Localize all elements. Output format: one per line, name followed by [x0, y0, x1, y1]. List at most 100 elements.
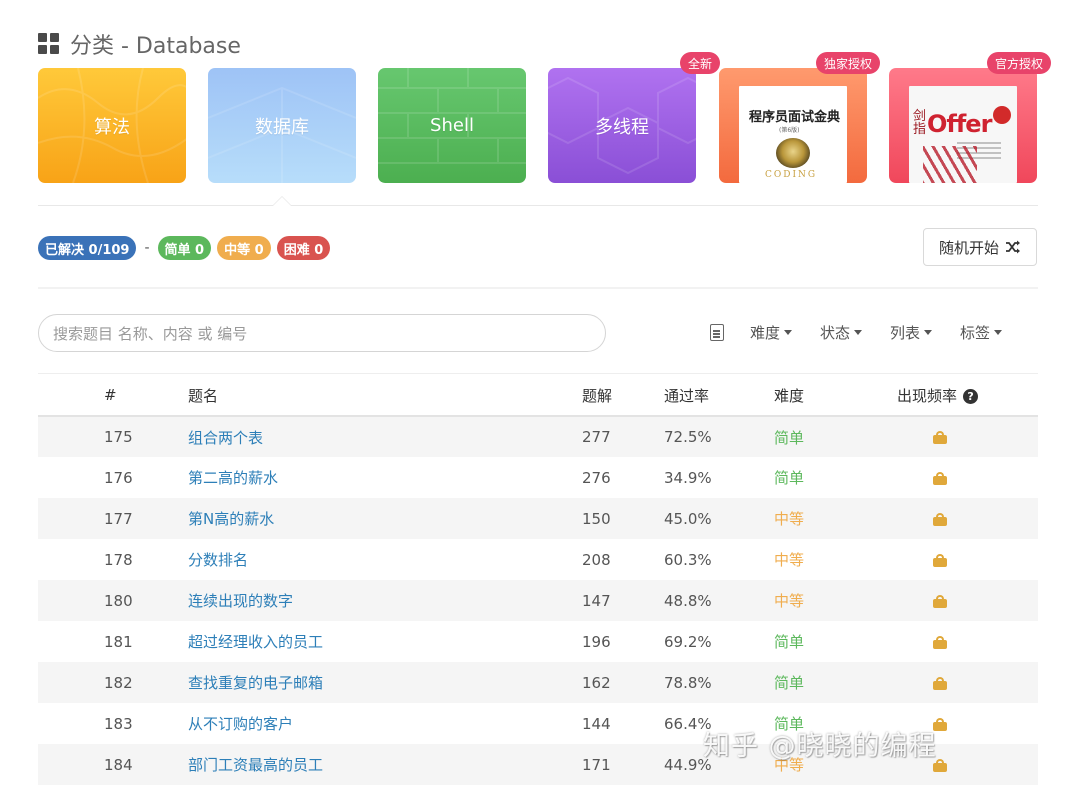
filter-label: 难度: [750, 324, 781, 342]
book-cover: 剑指 Offer: [909, 86, 1017, 183]
frequency-cell: [897, 580, 1038, 621]
frequency-cell: [897, 662, 1038, 703]
lock-icon[interactable]: [933, 553, 947, 567]
book-title: Offer: [927, 110, 992, 138]
problem-title-cell: 超过经理收入的员工: [188, 621, 582, 662]
difficulty-label: 简单: [774, 633, 805, 651]
lock-icon[interactable]: [933, 676, 947, 690]
solution-count: 208: [582, 550, 611, 569]
table-row[interactable]: 178 分数排名 208 60.3% 中等: [38, 539, 1038, 580]
column-header-num[interactable]: #: [38, 375, 188, 417]
acceptance-rate: 78.8%: [664, 673, 712, 692]
frequency-cell: [897, 621, 1038, 662]
problem-title-link[interactable]: 连续出现的数字: [188, 592, 293, 610]
table-row[interactable]: 181 超过经理收入的员工 196 69.2% 简单: [38, 621, 1038, 662]
chevron-down-icon: [924, 330, 933, 335]
problem-title-cell: 分数排名: [188, 539, 582, 580]
filter-label: 列表: [890, 324, 921, 342]
problem-title-cell: 部门工资最高的员工: [188, 744, 582, 785]
problem-title-link[interactable]: 组合两个表: [188, 429, 263, 447]
book-bottom-text: CODING: [765, 170, 818, 180]
acceptance-rate: 34.9%: [664, 468, 712, 487]
category-card-concurrency[interactable]: 多线程: [548, 68, 696, 183]
solution-count: 277: [582, 428, 611, 446]
tag-badge-new: 全新: [680, 52, 721, 74]
frequency-cell: [897, 498, 1038, 539]
difficulty-filter[interactable]: 难度: [750, 322, 793, 343]
category-card-book-offer[interactable]: 剑指 Offer: [889, 68, 1037, 183]
lock-icon[interactable]: [933, 431, 947, 444]
category-label: 算法: [94, 116, 130, 138]
problem-title-link[interactable]: 第N高的薪水: [188, 510, 274, 528]
category-card-algorithms[interactable]: 算法: [38, 68, 186, 183]
book-title-prefix: 剑指: [913, 109, 927, 137]
difficulty-label: 中等: [774, 592, 805, 610]
problem-title-link[interactable]: 第二高的薪水: [188, 469, 278, 487]
tag-badge-exclusive: 独家授权: [816, 52, 881, 74]
problem-title-cell: 第二高的薪水: [188, 457, 582, 498]
problem-title-cell: 查找重复的电子邮箱: [188, 662, 582, 703]
chevron-down-icon: [854, 330, 863, 335]
grid-icon: [38, 33, 60, 55]
tags-filter[interactable]: 标签: [960, 322, 1003, 343]
problem-number: 175: [104, 428, 133, 446]
column-header-rate[interactable]: 通过率: [664, 375, 774, 417]
hard-count-badge: 困难 0: [276, 236, 331, 260]
book-rails-icon: [923, 146, 977, 183]
lock-icon[interactable]: [933, 594, 947, 608]
shuffle-icon: [1006, 240, 1020, 254]
difficulty-label: 简单: [774, 674, 805, 692]
acceptance-rate: 45.0%: [664, 509, 712, 528]
table-row[interactable]: 176 第二高的薪水 276 34.9% 简单: [38, 457, 1038, 498]
chevron-down-icon: [994, 330, 1003, 335]
table-row[interactable]: 180 连续出现的数字 147 48.8% 中等: [38, 580, 1038, 621]
section-divider: [38, 287, 1038, 289]
lock-icon[interactable]: [933, 471, 947, 485]
section-divider: [38, 205, 1038, 206]
category-card-book-cracking[interactable]: 程序员面试金典 (第6版) CODING: [719, 68, 867, 183]
chevron-down-icon: [784, 330, 793, 335]
acceptance-rate: 48.8%: [664, 591, 712, 610]
column-header-title[interactable]: 题名: [188, 375, 582, 417]
table-row[interactable]: 182 查找重复的电子邮箱 162 78.8% 简单: [38, 662, 1038, 703]
table-top-border: [38, 373, 1038, 374]
acceptance-rate: 69.2%: [664, 632, 712, 651]
lock-icon[interactable]: [933, 512, 947, 526]
frequency-cell: [897, 539, 1038, 580]
table-row[interactable]: 177 第N高的薪水 150 45.0% 中等: [38, 498, 1038, 539]
random-start-button[interactable]: 随机开始: [923, 228, 1037, 266]
column-header-frequency[interactable]: 出现频率?: [897, 375, 1038, 417]
progress-stats: 已解决 0/109 - 简单 0 中等 0 困难 0: [38, 236, 331, 260]
problem-title-link[interactable]: 查找重复的电子邮箱: [188, 674, 323, 692]
problem-number: 184: [104, 755, 133, 774]
book-emblem-icon: [776, 138, 810, 168]
easy-count-badge: 简单 0: [157, 236, 212, 260]
category-label: 数据库: [255, 116, 309, 138]
problem-number: 178: [104, 550, 133, 569]
search-input[interactable]: 搜索题目 名称、内容 或 编号: [38, 314, 606, 352]
status-filter[interactable]: 状态: [820, 322, 863, 343]
problem-title-link[interactable]: 分数排名: [188, 551, 248, 569]
problem-title-link[interactable]: 部门工资最高的员工: [188, 756, 323, 774]
active-card-indicator: [272, 196, 292, 206]
problem-title-link[interactable]: 超过经理收入的员工: [188, 633, 323, 651]
help-icon[interactable]: ?: [963, 388, 979, 404]
list-filter[interactable]: 列表: [890, 322, 933, 343]
solution-count: 144: [582, 714, 611, 733]
document-icon[interactable]: [710, 324, 724, 341]
book-title: 程序员面试金典: [749, 110, 841, 125]
column-header-difficulty[interactable]: 难度: [774, 375, 897, 417]
filter-label: 标签: [960, 324, 991, 342]
problem-title-link[interactable]: 从不订购的客户: [188, 715, 293, 733]
problem-number: 182: [104, 673, 133, 692]
stats-separator: -: [144, 240, 150, 256]
frequency-cell: [897, 457, 1038, 498]
category-card-shell[interactable]: Shell: [378, 68, 526, 183]
column-header-solutions[interactable]: 题解: [582, 375, 664, 417]
problem-number: 181: [104, 632, 133, 651]
acceptance-rate: 60.3%: [664, 550, 712, 569]
lock-icon[interactable]: [933, 635, 947, 649]
medium-count-badge: 中等 0: [217, 236, 271, 260]
table-row[interactable]: 175 组合两个表 277 72.5% 简单: [38, 416, 1038, 457]
category-card-database[interactable]: 数据库: [208, 68, 356, 183]
